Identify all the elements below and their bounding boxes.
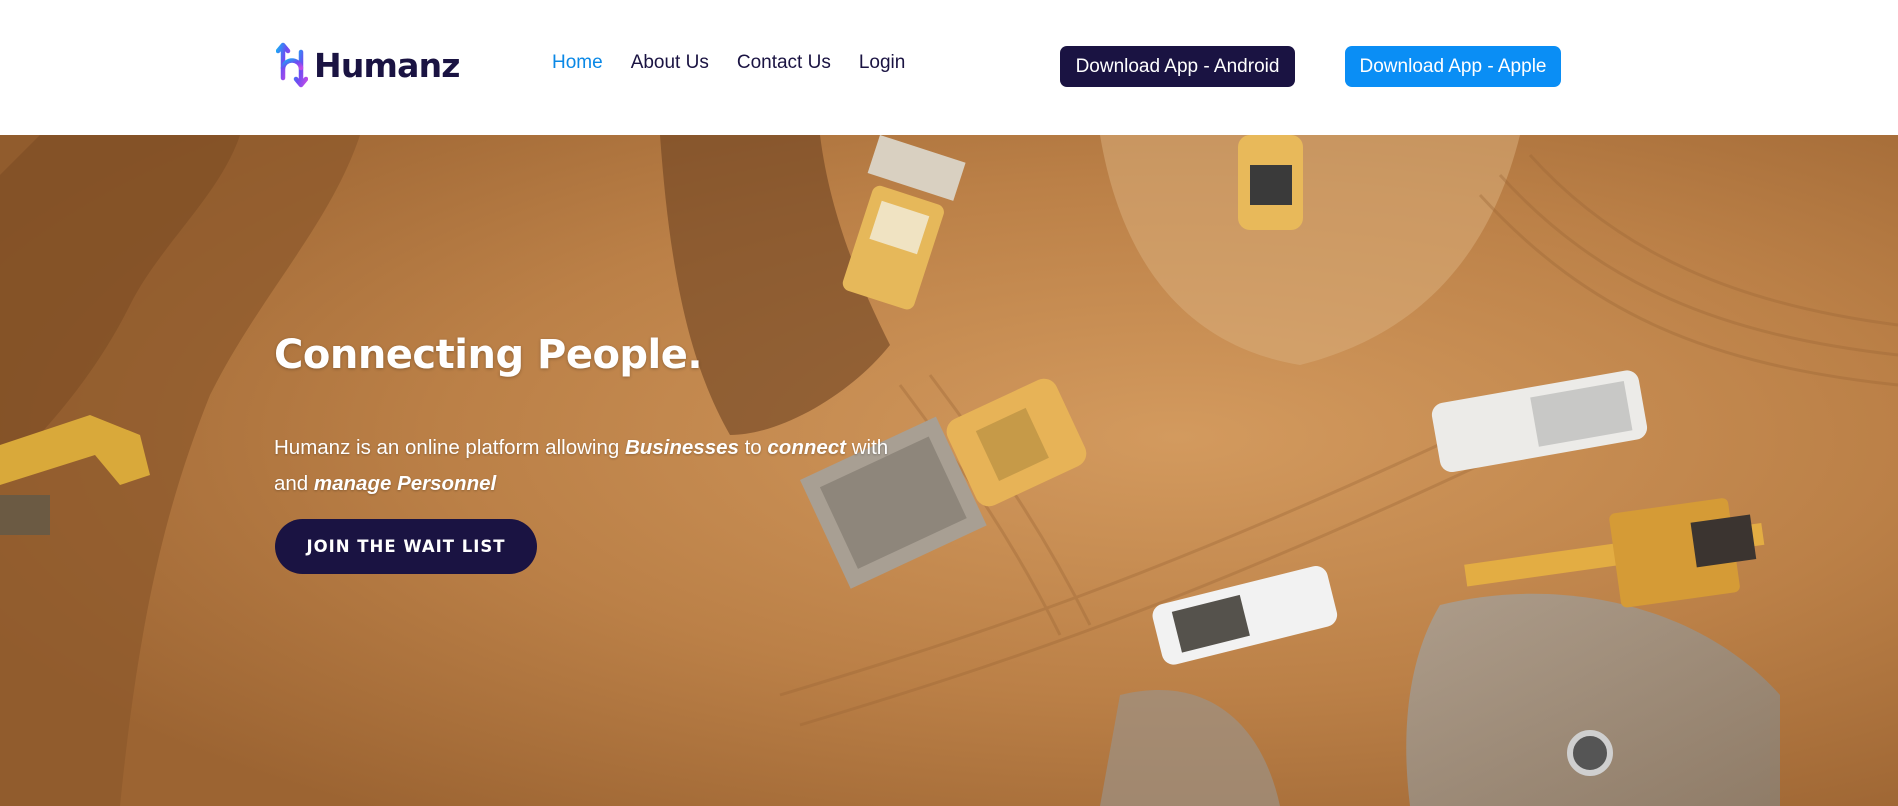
hero-text-part: Humanz is an online platform allowing — [274, 435, 625, 459]
hero-text-connect: connect — [767, 435, 847, 459]
download-android-button[interactable]: Download App - Android — [1060, 46, 1295, 87]
logo-text: Humanz — [314, 45, 460, 85]
site-header: Humanz Home About Us Contact Us Login Do… — [0, 0, 1898, 135]
hero-text-part: to — [738, 435, 768, 459]
main-nav: Home About Us Contact Us Login — [552, 52, 905, 74]
hero-section: Connecting People. Humanz is an online p… — [0, 135, 1898, 806]
download-apple-button[interactable]: Download App - Apple — [1345, 46, 1561, 87]
nav-login[interactable]: Login — [859, 52, 906, 74]
hero-text-manage: manage Personnel — [313, 471, 497, 495]
join-wait-list-button[interactable]: JOIN THE WAIT LIST — [275, 519, 537, 574]
hero-description: Humanz is an online platform allowing Bu… — [274, 430, 914, 502]
nav-about-us[interactable]: About Us — [631, 52, 709, 74]
humanz-logo-icon — [276, 42, 308, 88]
logo[interactable]: Humanz — [276, 42, 460, 88]
nav-home[interactable]: Home — [552, 52, 603, 74]
nav-contact-us[interactable]: Contact Us — [737, 52, 831, 74]
hero-title: Connecting People. — [274, 331, 703, 378]
hero-text-businesses: Businesses — [624, 435, 739, 459]
